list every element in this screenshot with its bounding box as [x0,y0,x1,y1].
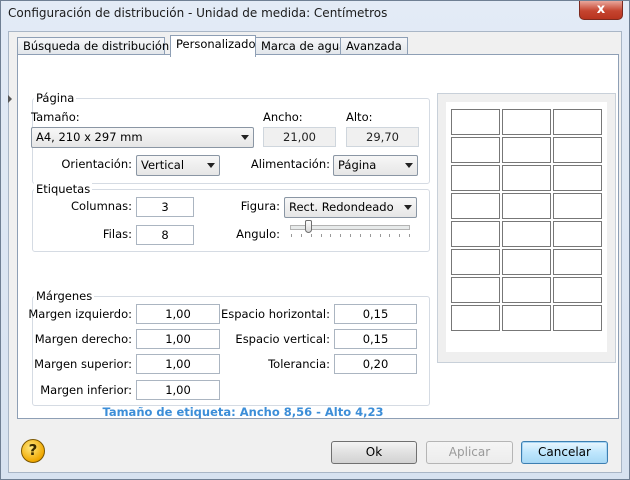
margen-superior-label: Margen superior: [34,357,132,371]
tamano-label: Tamaño: [31,110,80,124]
angulo-label: Angulo: [236,227,280,241]
alimentacion-label: Alimentación: [250,157,330,171]
margen-inferior-label: Margen inferior: [40,383,132,397]
espacio-vertical-label: Espacio vertical: [235,332,330,346]
preview-label-cell [502,277,551,303]
margen-derecho-input[interactable]: 1,00 [136,329,220,349]
slider-tick [409,234,410,237]
preview-label-cell [553,109,602,135]
preview-label-cell [553,137,602,163]
preview-label-cell [451,305,500,331]
columnas-input[interactable]: 3 [136,197,194,217]
figura-label: Figura: [240,199,280,213]
slider-tick [300,234,302,237]
orientacion-value: Vertical [141,158,185,172]
preview-label-cell [451,221,500,247]
slider-tick [291,234,292,237]
columnas-label: Columnas: [71,199,132,213]
dialog-window: Configuración de distribución - Unidad d… [0,0,630,480]
slider-tick [389,234,391,237]
slider-tick [369,234,371,237]
filas-label: Filas: [102,227,132,241]
preview-label-cell [502,221,551,247]
slider-tick [399,234,401,237]
orientacion-select[interactable]: Vertical [136,155,220,176]
alto-value: 29,70 [346,127,419,147]
aplicar-button[interactable]: Aplicar [426,441,513,464]
tamano-select[interactable]: A4, 210 x 297 mm [31,127,254,148]
ancho-label: Ancho: [263,110,303,124]
expand-arrow-icon[interactable] [8,95,12,103]
tolerancia-input[interactable]: 0,20 [334,354,417,374]
preview-sheet [446,102,607,352]
alto-label: Alto: [346,110,373,124]
slider-tick [350,234,351,237]
figura-value: Rect. Redondeado [289,200,394,214]
preview-label-cell [451,165,500,191]
title-bar[interactable]: Configuración de distribución - Unidad d… [1,1,629,27]
preview-label-cell [502,109,551,135]
window-title: Configuración de distribución - Unidad d… [8,6,388,20]
tab-busqueda[interactable]: Búsqueda de distribución [17,37,169,55]
margen-derecho-label: Margen derecho: [34,332,132,346]
alimentacion-value: Página [338,158,377,172]
angulo-slider-thumb[interactable] [304,220,312,233]
margen-inferior-input[interactable]: 1,00 [136,380,220,400]
slider-tick [379,234,381,237]
preview-label-cell [451,109,500,135]
margen-izquierdo-label: Margen izquierdo: [28,307,132,321]
preview-label-cell [553,305,602,331]
tab-avanzada[interactable]: Avanzada [340,37,408,55]
alimentacion-select[interactable]: Página [333,155,418,176]
margenes-group-title: Márgenes [34,289,95,303]
preview-label-cell [553,165,602,191]
preview-label-cell [502,305,551,331]
preview-label-cell [553,249,602,275]
tab-panel-personalizado: Página Tamaño: A4, 210 x 297 mm Ancho: 2… [17,54,619,419]
preview-label-cell [502,165,551,191]
angulo-slider[interactable] [288,220,413,242]
slider-tick [330,234,332,237]
espacio-horizontal-input[interactable]: 0,15 [334,304,417,324]
ancho-value: 21,00 [263,127,336,147]
label-size-info: Tamaño de etiqueta: Ancho 8,56 - Alto 4,… [102,405,384,419]
preview-label-cell [451,193,500,219]
preview-label-cell [553,193,602,219]
chevron-down-icon [241,135,249,140]
preview-label-cell [553,277,602,303]
preview-label-cell [502,137,551,163]
slider-tick [340,234,342,237]
margen-superior-input[interactable]: 1,00 [136,354,220,374]
chevron-down-icon [404,205,412,210]
preview-label-cell [451,137,500,163]
margen-izquierdo-input[interactable]: 1,00 [136,304,220,324]
slider-tick [359,234,361,237]
help-icon[interactable]: ? [21,439,45,463]
figura-select[interactable]: Rect. Redondeado [284,197,417,218]
preview-label-cell [451,277,500,303]
dialog-client-area: Búsqueda de distribución Personalizado M… [8,31,622,473]
tamano-value: A4, 210 x 297 mm [36,130,143,144]
slider-tick [310,234,312,237]
espacio-horizontal-label: Espacio horizontal: [220,307,330,321]
filas-input[interactable]: 8 [136,225,194,245]
cancelar-button[interactable]: Cancelar [521,441,608,464]
preview-label-cell [451,249,500,275]
tolerancia-label: Tolerancia: [268,357,330,371]
preview-label-cell [502,193,551,219]
tab-personalizado[interactable]: Personalizado [170,35,256,57]
label-preview [437,93,616,363]
espacio-vertical-input[interactable]: 0,15 [334,329,417,349]
close-button[interactable]: x [579,1,623,20]
etiquetas-group-title: Etiquetas [34,182,93,196]
preview-label-cell [553,221,602,247]
orientacion-label: Orientación: [61,157,132,171]
chevron-down-icon [405,163,413,168]
pagina-group-title: Página [34,91,77,105]
ok-button[interactable]: Ok [331,441,417,464]
chevron-down-icon [207,163,215,168]
tab-marca-de-agua[interactable]: Marca de agua [255,37,346,55]
slider-tick [320,234,322,237]
preview-label-cell [502,249,551,275]
